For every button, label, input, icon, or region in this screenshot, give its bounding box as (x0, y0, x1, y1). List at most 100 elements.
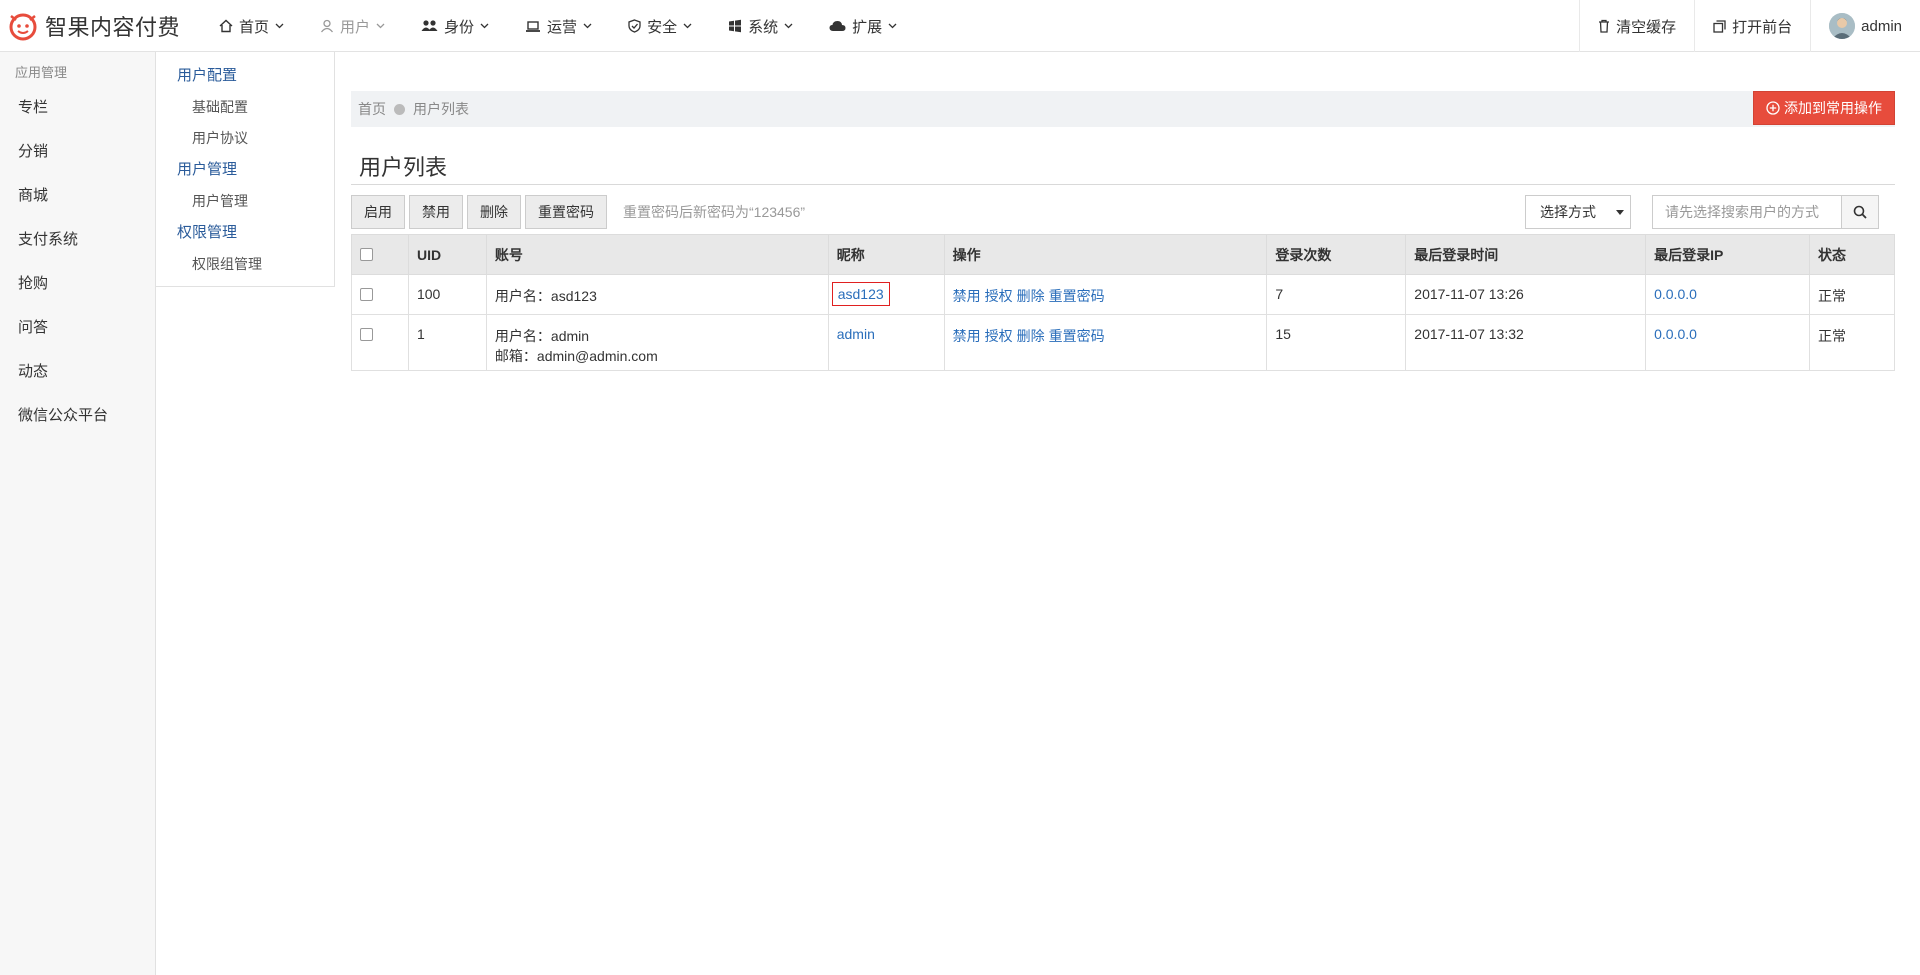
last-login-time-cell: 2017-11-07 13:32 (1405, 314, 1647, 371)
nav-identity[interactable]: 身份 (409, 0, 507, 52)
plus-circle-icon (1766, 101, 1780, 115)
nav-system[interactable]: 系统 (716, 0, 811, 52)
last-login-time-cell: 2017-11-07 13:26 (1405, 274, 1647, 315)
submenu-group-user-config[interactable]: 用户配置 (156, 60, 334, 92)
breadcrumb-current: 用户列表 (413, 101, 469, 117)
actions-cell: 禁用 授权 删除 重置密码 (943, 274, 1268, 315)
last-login-ip-cell: 0.0.0.0 (1645, 274, 1810, 315)
avatar (1829, 13, 1856, 39)
chevron-down-icon (480, 23, 489, 29)
column-header-nickname: 昵称 (827, 234, 945, 275)
sidebar-item-payment[interactable]: 支付系统 (0, 218, 155, 262)
chevron-down-icon (784, 23, 793, 29)
top-navbar: 智果内容付费 首页 用户 身份 运营 安全 系统 扩展 清空缓存 打开前台 ad… (0, 0, 1920, 52)
sidebar-item-mall[interactable]: 商城 (0, 174, 155, 218)
nav-identity-label: 身份 (444, 18, 475, 36)
add-to-shortcuts-button[interactable]: 添加到常用操作 (1753, 91, 1895, 125)
submenu-item-permission-group[interactable]: 权限组管理 (156, 249, 334, 280)
enable-button[interactable]: 启用 (351, 195, 405, 229)
sidebar-item-column[interactable]: 专栏 (0, 86, 155, 130)
column-header-last-login-ip: 最后登录IP (1645, 234, 1810, 275)
column-header-account: 账号 (485, 234, 829, 275)
sidebar-item-wechat[interactable]: 微信公众平台 (0, 394, 155, 438)
reset-password-link[interactable]: 重置密码 (1049, 328, 1105, 344)
disable-user-link[interactable]: 禁用 (953, 288, 981, 304)
nav-system-label: 系统 (748, 18, 779, 36)
authorize-user-link[interactable]: 授权 (985, 328, 1013, 344)
nickname-link[interactable]: asd123 (831, 282, 890, 306)
search-button[interactable] (1841, 195, 1879, 229)
nav-home[interactable]: 首页 (207, 0, 302, 52)
account-username: 用户名：admin (494, 328, 590, 344)
user-table: UID 账号 昵称 操作 登录次数 最后登录时间 最后登录IP 状态 100 用… (351, 234, 1896, 371)
app-sidebar: 应用管理 专栏 分销 商城 支付系统 抢购 问答 动态 微信公众平台 (0, 52, 156, 975)
submenu-group-permission[interactable]: 权限管理 (156, 217, 334, 249)
row-select-cell (351, 314, 409, 371)
search-mode-label: 选择方式 (1540, 204, 1596, 220)
nickname-cell: asd123 (827, 274, 945, 315)
search-mode-select[interactable]: 选择方式 (1525, 195, 1631, 229)
delete-user-link[interactable]: 删除 (1017, 288, 1045, 304)
laptop-icon (526, 20, 541, 32)
column-header-status: 状态 (1808, 234, 1896, 275)
submenu-item-user-manage[interactable]: 用户管理 (156, 186, 334, 217)
username-label: admin (1861, 17, 1902, 35)
sidebar-item-feed[interactable]: 动态 (0, 350, 155, 394)
submenu-group-user-manage[interactable]: 用户管理 (156, 154, 334, 186)
nav-home-label: 首页 (239, 18, 270, 36)
open-frontend-label: 打开前台 (1732, 18, 1793, 36)
brand-name: 智果内容付费 (45, 15, 181, 40)
account-email: 邮箱：admin@admin.com (494, 348, 658, 364)
cloud-icon (829, 21, 846, 31)
nav-extension[interactable]: 扩展 (817, 0, 915, 52)
ip-link[interactable]: 0.0.0.0 (1654, 286, 1697, 302)
sidebar-item-flash-sale[interactable]: 抢购 (0, 262, 155, 306)
delete-button[interactable]: 删除 (467, 195, 521, 229)
avatar-icon (1829, 13, 1856, 39)
search-input[interactable] (1652, 195, 1842, 229)
sidebar-item-qa[interactable]: 问答 (0, 306, 155, 350)
nickname-link[interactable]: admin (837, 326, 875, 342)
user-submenu: 用户配置 基础配置 用户协议 用户管理 用户管理 权限管理 权限组管理 (156, 52, 335, 287)
reset-password-link[interactable]: 重置密码 (1049, 288, 1105, 304)
chevron-down-icon (376, 23, 385, 29)
chevron-down-icon (888, 23, 897, 29)
sidebar-title: 应用管理 (15, 65, 68, 80)
login-count-cell: 7 (1266, 274, 1407, 315)
copy-icon (1713, 19, 1726, 33)
main-nav: 首页 用户 身份 运营 安全 系统 扩展 (207, 0, 921, 52)
submenu-item-basic-config[interactable]: 基础配置 (156, 92, 334, 123)
top-right-actions: 清空缓存 打开前台 admin (1579, 0, 1920, 52)
brand[interactable]: 智果内容付费 (8, 10, 180, 42)
nav-extension-label: 扩展 (852, 18, 883, 36)
row-checkbox[interactable] (360, 328, 373, 341)
open-frontend-button[interactable]: 打开前台 (1694, 0, 1810, 52)
ip-link[interactable]: 0.0.0.0 (1654, 326, 1697, 342)
nav-operation[interactable]: 运营 (513, 0, 610, 52)
home-icon (219, 19, 233, 33)
status-cell: 正常 (1808, 314, 1896, 371)
table-row: 100 用户名：asd123 asd123 禁用 授权 删除 重置密码 7 2017-… (351, 274, 1896, 315)
disable-user-link[interactable]: 禁用 (953, 328, 981, 344)
reset-password-button[interactable]: 重置密码 (525, 195, 607, 229)
table-header-row: UID 账号 昵称 操作 登录次数 最后登录时间 最后登录IP 状态 (351, 234, 1896, 275)
delete-user-link[interactable]: 删除 (1017, 328, 1045, 344)
authorize-user-link[interactable]: 授权 (985, 288, 1013, 304)
row-checkbox[interactable] (360, 288, 373, 301)
column-header-actions: 操作 (943, 234, 1268, 275)
disable-button[interactable]: 禁用 (409, 195, 463, 229)
select-all-checkbox[interactable] (360, 247, 373, 261)
column-header-last-login-time: 最后登录时间 (1405, 234, 1647, 275)
sidebar-item-distribution[interactable]: 分销 (0, 130, 155, 174)
breadcrumb-home[interactable]: 首页 (358, 99, 386, 119)
user-menu[interactable]: admin (1810, 0, 1920, 52)
submenu-item-user-agreement[interactable]: 用户协议 (156, 123, 334, 154)
nav-security[interactable]: 安全 (616, 0, 710, 52)
clear-cache-button[interactable]: 清空缓存 (1579, 0, 1694, 52)
breadcrumb-separator-icon (394, 103, 405, 115)
nav-user[interactable]: 用户 (308, 0, 403, 52)
uid-cell: 1 (407, 314, 487, 371)
trash-icon (1599, 19, 1610, 33)
account-cell: 用户名：admin 邮箱：admin@admin.com (485, 314, 829, 371)
row-select-cell (351, 274, 409, 315)
